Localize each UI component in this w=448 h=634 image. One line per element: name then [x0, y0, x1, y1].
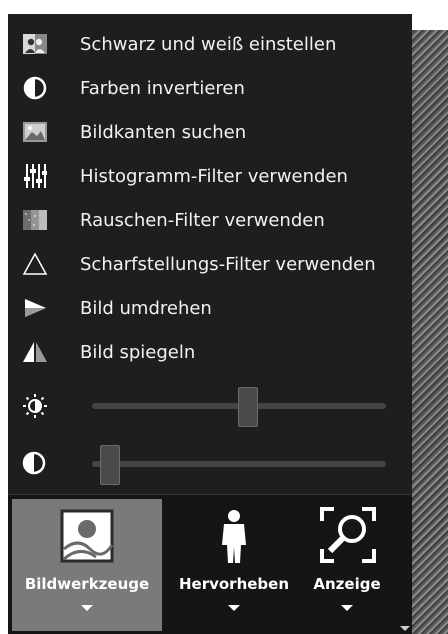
- highlight-label: Hervorheben: [178, 575, 290, 593]
- noise-filter-icon: [22, 207, 48, 233]
- image-tools-label: Bildwerkzeuge: [24, 575, 150, 593]
- image-tools-icon: [60, 509, 114, 563]
- menu-item-mirror-image[interactable]: Bild spiegeln: [8, 330, 412, 374]
- menu-item-label: Schwarz und weiß einstellen: [80, 33, 337, 55]
- menu-item-label: Bild umdrehen: [80, 297, 212, 319]
- brightness-slider-row: [8, 384, 412, 428]
- background-photo: [412, 0, 448, 634]
- image-tools-menu: Schwarz und weiß einstellen Farben inver…: [8, 14, 412, 494]
- mirror-icon: [22, 339, 48, 365]
- contrast-slider-thumb[interactable]: [100, 445, 120, 485]
- contrast-slider-row: [8, 442, 412, 486]
- menu-item-label: Bild spiegeln: [80, 341, 196, 363]
- overflow-chevron-icon[interactable]: [400, 626, 410, 631]
- menu-item-edge-detect[interactable]: Bildkanten suchen: [8, 110, 412, 154]
- menu-item-noise-filter[interactable]: Rauschen-Filter verwenden: [8, 198, 412, 242]
- brightness-icon: [22, 393, 48, 419]
- histogram-filter-icon: [22, 163, 48, 189]
- menu-item-histogram-filter[interactable]: Histogramm-Filter verwenden: [8, 154, 412, 198]
- image-tools-button[interactable]: Bildwerkzeuge: [12, 499, 162, 631]
- chevron-down-icon: [81, 605, 93, 611]
- menu-item-label: Farben invertieren: [80, 77, 245, 99]
- sharpen-filter-icon: [22, 251, 48, 277]
- menu-item-label: Scharfstellungs-Filter verwenden: [80, 253, 376, 275]
- menu-item-label: Histogramm-Filter verwenden: [80, 165, 348, 187]
- brightness-slider-thumb[interactable]: [238, 387, 258, 427]
- highlight-button[interactable]: Hervorheben: [166, 499, 302, 631]
- view-label: Anzeige: [313, 575, 381, 593]
- chevron-down-icon: [341, 605, 353, 611]
- menu-item-label: Rauschen-Filter verwenden: [80, 209, 325, 231]
- black-white-icon: [22, 31, 48, 57]
- zoom-view-icon: [318, 505, 378, 565]
- menu-item-flip-image[interactable]: Bild umdrehen: [8, 286, 412, 330]
- app-window: Schwarz und weiß einstellen Farben inver…: [0, 0, 448, 634]
- invert-colors-icon: [22, 75, 48, 101]
- menu-item-invert-colors[interactable]: Farben invertieren: [8, 66, 412, 110]
- contrast-icon: [22, 451, 48, 477]
- contrast-slider-track[interactable]: [92, 461, 386, 467]
- menu-item-black-white[interactable]: Schwarz und weiß einstellen: [8, 22, 412, 66]
- menu-item-label: Bildkanten suchen: [80, 121, 247, 143]
- bottom-toolbar: Bildwerkzeuge Hervorheben Anzeige: [8, 494, 412, 634]
- highlight-person-icon: [216, 509, 252, 565]
- view-button[interactable]: Anzeige: [304, 499, 390, 631]
- edge-detect-icon: [22, 119, 48, 145]
- menu-item-sharpen-filter[interactable]: Scharfstellungs-Filter verwenden: [8, 242, 412, 286]
- background-top-area: [412, 0, 448, 30]
- chevron-down-icon: [228, 605, 240, 611]
- flip-icon: [22, 295, 48, 321]
